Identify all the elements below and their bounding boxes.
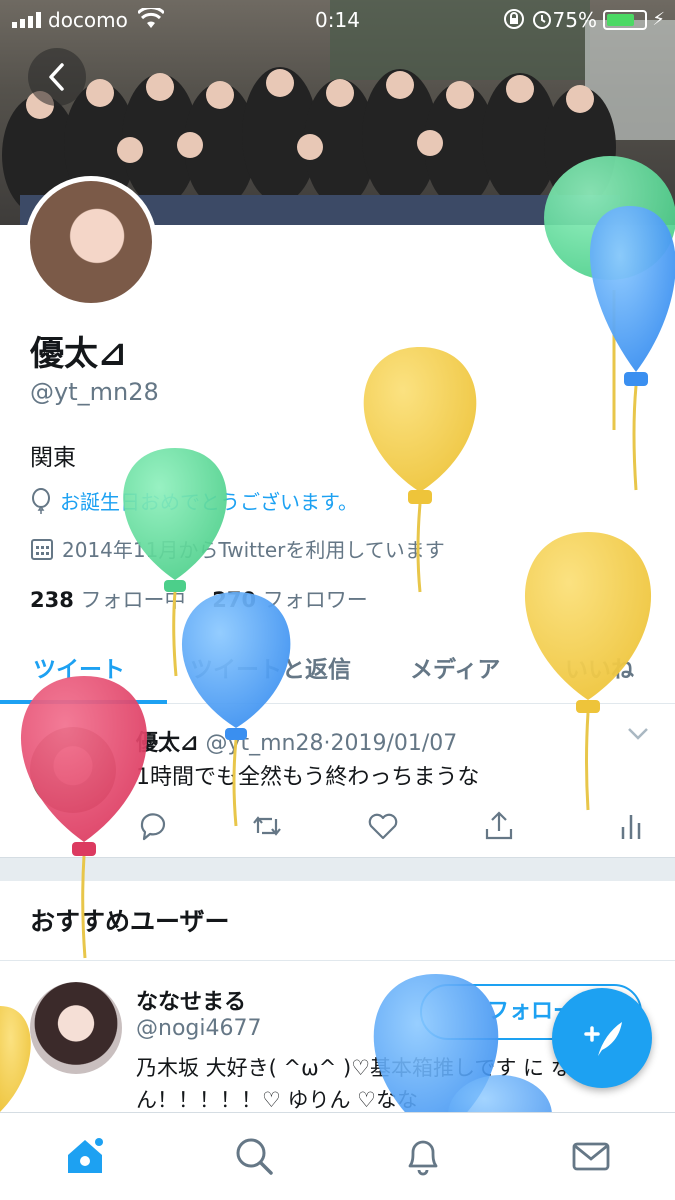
compose-tweet-button[interactable] <box>552 988 652 1088</box>
heart-icon[interactable] <box>366 809 400 843</box>
reply-icon[interactable] <box>136 809 170 843</box>
messages-icon[interactable] <box>570 1135 612 1177</box>
balloon-blue-top-right <box>590 206 675 491</box>
joined-date: 2014年11月からTwitterを利用しています <box>30 534 445 563</box>
joined-text: 2014年11月からTwitterを利用しています <box>62 538 445 562</box>
following-label: フォロー中 <box>80 588 186 612</box>
retweet-icon[interactable] <box>250 809 284 843</box>
following-count: 238 <box>30 588 74 612</box>
status-bar: docomo 0:14 75% ⚡ <box>0 0 675 40</box>
tweet-avatar[interactable] <box>30 727 116 813</box>
tweet[interactable]: 優太⊿ @yt_mn28·2019/01/07 1時間でも全然もう終わっちまうな <box>0 705 675 857</box>
profile-handle: @yt_mn28 <box>30 378 159 406</box>
battery-fill <box>607 14 634 26</box>
tweet-text: 1時間でも全然もう終わっちまうな <box>136 765 480 790</box>
tab-tweets[interactable]: ツイート <box>33 650 125 684</box>
chevron-down-icon[interactable] <box>627 727 649 741</box>
notifications-icon[interactable] <box>402 1135 444 1177</box>
tweet-author-name: 優太⊿ <box>136 731 199 756</box>
rotation-lock-icon <box>504 9 524 29</box>
divider <box>0 960 675 961</box>
alarm-icon <box>533 11 551 29</box>
compose-icon <box>584 1022 622 1056</box>
home-icon[interactable] <box>64 1135 106 1177</box>
tweet-date: 2019/01/07 <box>330 731 458 756</box>
birthday-message: お誕生日おめでとうございます。 <box>30 486 358 515</box>
charging-icon: ⚡ <box>652 9 665 30</box>
share-icon[interactable] <box>482 809 516 843</box>
profile-avatar[interactable] <box>25 176 157 308</box>
battery-percent: 75% <box>552 8 597 32</box>
profile-name: 優太⊿ <box>30 334 127 374</box>
chevron-left-icon <box>49 63 64 91</box>
follow-stats: 238 フォロー中 270 フォロワー <box>30 584 368 614</box>
calendar-icon <box>31 538 53 560</box>
bottom-tab-bar <box>0 1112 675 1200</box>
recommended-user-avatar[interactable] <box>30 982 122 1074</box>
tab-tweets-and-replies[interactable]: ツイートと返信 <box>190 650 351 684</box>
back-button[interactable] <box>28 48 86 106</box>
tweet-actions <box>136 809 656 845</box>
profile-location: 関東 <box>30 445 76 471</box>
section-divider <box>0 857 675 881</box>
followers-count: 270 <box>212 588 257 612</box>
tab-likes[interactable]: いいね <box>565 650 634 684</box>
profile-tabs: ツイート ツイートと返信 メディア いいね <box>0 636 675 704</box>
recommended-user-name: ななせまる <box>136 990 247 1015</box>
balloon-icon <box>32 487 50 514</box>
analytics-icon[interactable] <box>614 809 648 843</box>
followers-label: フォロワー <box>262 588 368 612</box>
birthday-text: お誕生日おめでとうございます。 <box>60 490 358 514</box>
tweet-header: 優太⊿ @yt_mn28·2019/01/07 <box>136 725 457 757</box>
following-link[interactable]: 238 フォロー中 <box>30 588 186 612</box>
search-icon[interactable] <box>233 1135 275 1177</box>
active-tab-indicator <box>0 700 167 704</box>
followers-link[interactable]: 270 フォロワー <box>212 588 368 612</box>
recommended-user-handle: @nogi4677 <box>136 1016 262 1041</box>
tab-media[interactable]: メディア <box>410 650 500 684</box>
battery-icon <box>603 10 647 30</box>
recommended-users-title: おすすめユーザー <box>30 907 230 936</box>
tweet-author-handle: @yt_mn28 <box>205 731 324 756</box>
